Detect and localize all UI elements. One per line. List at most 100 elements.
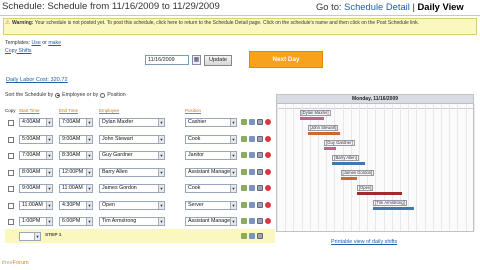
delete-icon[interactable] <box>265 152 271 158</box>
use-template-link[interactable]: Use <box>32 40 41 46</box>
employee-select[interactable]: Barry Allen ▼ <box>99 167 165 177</box>
employee-select[interactable]: John Stewart ▼ <box>99 134 165 144</box>
position-select[interactable]: Assistant Manage ▼ <box>185 217 237 226</box>
gantt-bar[interactable] <box>324 147 337 150</box>
copy-checkbox[interactable] <box>8 169 14 176</box>
copy-icon[interactable] <box>249 233 255 239</box>
position-header[interactable]: Position <box>185 108 201 113</box>
note-icon[interactable] <box>257 168 263 175</box>
person-icon[interactable] <box>241 233 247 239</box>
employee-select[interactable]: Guy Gardner ▼ <box>99 151 165 160</box>
note-icon[interactable] <box>257 233 263 239</box>
chevron-down-icon: ▼ <box>86 135 92 143</box>
copy-icon[interactable] <box>249 119 255 125</box>
person-icon[interactable] <box>241 135 247 142</box>
start-select[interactable]: 11:00AM ▼ <box>19 200 53 210</box>
gantt-bar[interactable] <box>356 192 402 195</box>
chevron-down-icon: ▼ <box>158 119 164 126</box>
position-select[interactable]: Assistant Manage ▼ <box>185 167 237 177</box>
person-icon[interactable] <box>241 119 247 125</box>
copy-checkbox[interactable] <box>8 219 14 225</box>
end-select[interactable]: 6:00PM ▼ <box>59 217 93 226</box>
copy-checkbox[interactable] <box>8 120 14 126</box>
start-select[interactable]: 8:00AM ▼ <box>19 167 53 177</box>
delete-icon[interactable] <box>265 185 271 191</box>
date-input[interactable]: 11/16/2009 <box>145 55 189 65</box>
employee-value: Guy Gardner <box>102 152 133 158</box>
employee-value: Tim Armstrong <box>102 218 137 224</box>
employee-select[interactable]: Tim Armstrong ▼ <box>99 217 165 226</box>
copy-shifts-link[interactable]: Copy Shifts <box>5 48 32 54</box>
start-select[interactable]: 7:00AM ▼ <box>19 151 53 160</box>
note-icon[interactable] <box>257 152 263 158</box>
copy-checkbox[interactable] <box>8 136 14 143</box>
copy-icon[interactable] <box>249 185 255 191</box>
make-template-link[interactable]: make <box>48 40 61 46</box>
sort-employee-radio[interactable] <box>55 92 61 98</box>
end-select[interactable]: 9:00AM ▼ <box>59 134 93 144</box>
copy-icon[interactable] <box>249 201 255 208</box>
delete-icon[interactable] <box>265 201 271 208</box>
end-select[interactable]: 8:30AM ▼ <box>59 151 93 160</box>
copy-icon[interactable] <box>249 135 255 142</box>
delete-icon[interactable] <box>265 119 271 125</box>
position-select[interactable]: Cashier ▼ <box>185 118 237 127</box>
delete-icon[interactable] <box>265 218 271 224</box>
start-select[interactable]: 9:00AM ▼ <box>19 184 53 193</box>
start-select[interactable]: 1:00PM ▼ <box>19 217 53 226</box>
position-select[interactable]: Server ▼ <box>185 200 237 210</box>
update-button[interactable]: Update <box>204 55 232 66</box>
copy-checkbox[interactable] <box>8 202 14 209</box>
gantt-bar[interactable] <box>299 117 325 120</box>
copy-checkbox[interactable] <box>8 186 14 192</box>
note-icon[interactable] <box>257 119 263 125</box>
copy-checkbox[interactable] <box>8 153 14 159</box>
sort-position-radio[interactable] <box>100 92 106 98</box>
end-select[interactable]: 11:00AM ▼ <box>59 184 93 193</box>
note-icon[interactable] <box>257 201 263 208</box>
copy-icon[interactable] <box>249 168 255 175</box>
gantt-bar[interactable] <box>340 177 357 180</box>
person-icon[interactable] <box>241 152 247 158</box>
start-time-header[interactable]: Start Time <box>19 108 40 113</box>
delete-icon[interactable] <box>265 135 271 142</box>
copy-icon[interactable] <box>249 152 255 158</box>
position-select[interactable]: Cook ▼ <box>185 134 237 144</box>
grid-line <box>359 104 360 231</box>
schedule-detail-link[interactable]: Schedule Detail <box>344 1 410 12</box>
calendar-icon[interactable]: ▦ <box>192 55 201 65</box>
next-day-button[interactable]: Next Day <box>249 51 323 68</box>
new-start-select[interactable]: ▼ <box>19 232 41 241</box>
person-icon[interactable] <box>241 201 247 208</box>
position-select[interactable]: Cook ▼ <box>185 184 237 193</box>
copy-icon[interactable] <box>249 218 255 224</box>
position-select[interactable]: Janitor ▼ <box>185 151 237 160</box>
person-icon[interactable] <box>241 168 247 175</box>
person-icon[interactable] <box>241 218 247 224</box>
employee-select[interactable]: Open ▼ <box>99 200 165 210</box>
page-title: Schedule: Schedule from 11/16/2009 to 11… <box>2 1 220 12</box>
grid-line <box>293 104 295 231</box>
start-select[interactable]: 5:00AM ▼ <box>19 134 53 144</box>
gantt-bar[interactable] <box>307 132 341 135</box>
daily-labor-cost-link[interactable]: Daily Labor Cost: 320.72 <box>6 77 68 83</box>
employee-header[interactable]: Employee <box>99 108 119 113</box>
printable-view-link[interactable]: Printable view of daily shifts <box>331 239 397 245</box>
gantt-bar-label: [Open] <box>356 185 374 191</box>
end-select[interactable]: 7:00AM ▼ <box>59 118 93 127</box>
chevron-down-icon: ▼ <box>158 185 164 192</box>
gantt-bar[interactable] <box>373 207 415 210</box>
chevron-down-icon: ▼ <box>230 135 236 143</box>
note-icon[interactable] <box>257 185 263 191</box>
start-select[interactable]: 4:00AM ▼ <box>19 118 53 127</box>
gantt-bar[interactable] <box>332 162 366 165</box>
employee-select[interactable]: Dylan Maxfer ▼ <box>99 118 165 127</box>
end-select[interactable]: 12:00PM ▼ <box>59 167 93 177</box>
note-icon[interactable] <box>257 135 263 142</box>
delete-icon[interactable] <box>265 168 271 175</box>
end-select[interactable]: 4:30PM ▼ <box>59 200 93 210</box>
employee-select[interactable]: James Gordon ▼ <box>99 184 165 193</box>
note-icon[interactable] <box>257 218 263 224</box>
end-time-header[interactable]: End Time <box>59 108 78 113</box>
person-icon[interactable] <box>241 185 247 191</box>
